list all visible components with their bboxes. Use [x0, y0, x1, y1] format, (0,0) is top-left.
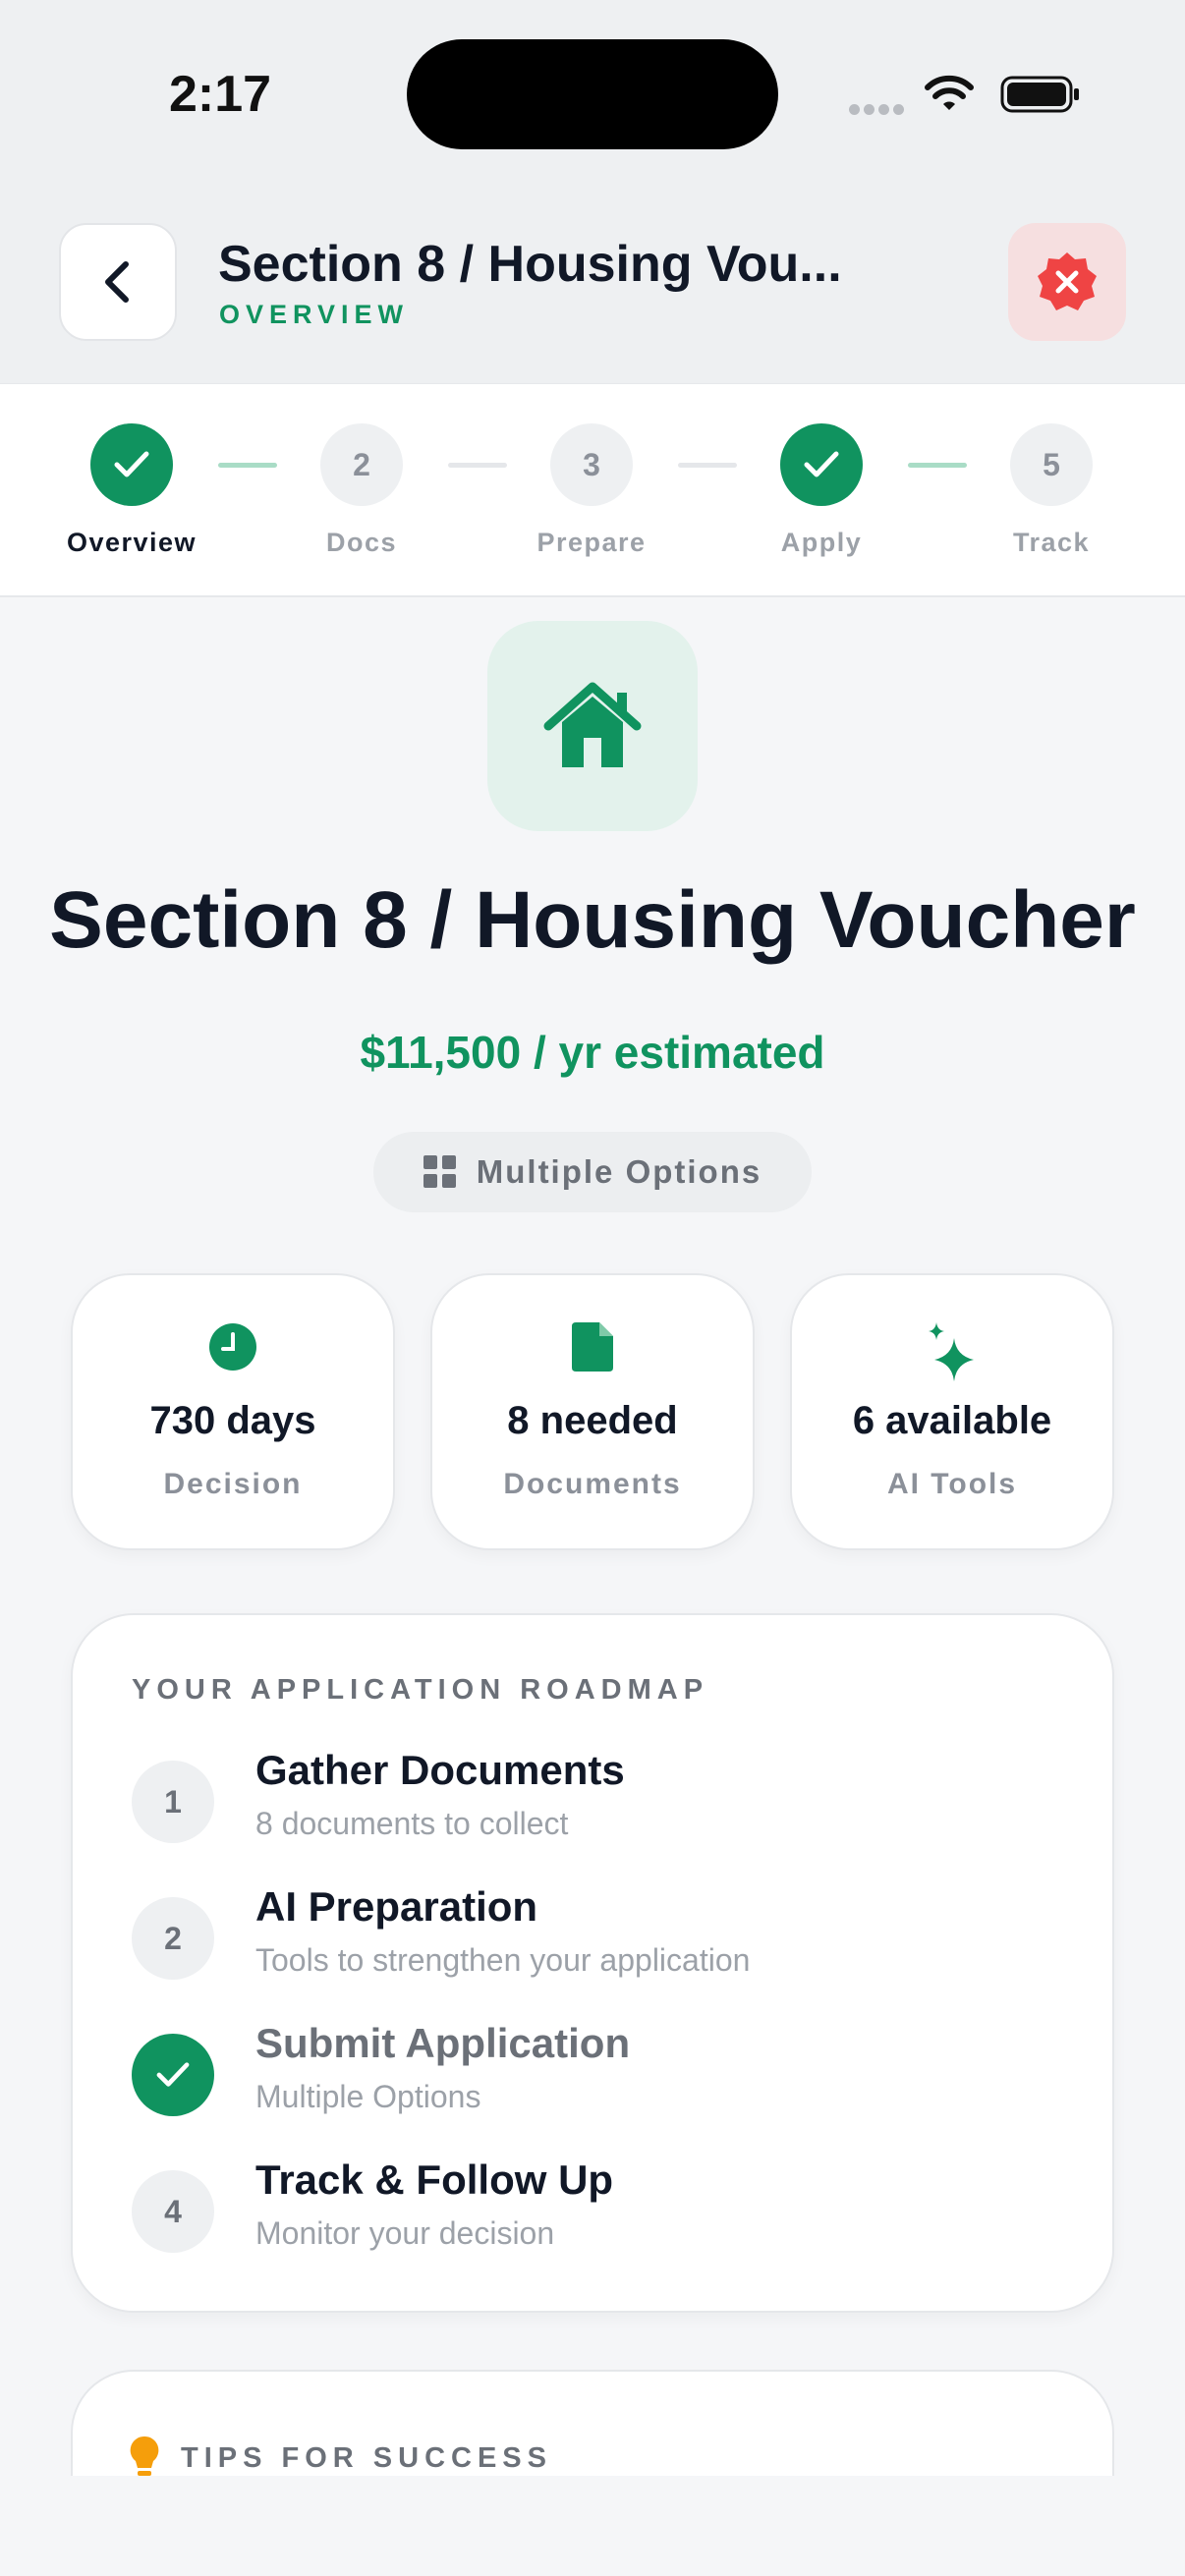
step-label: Overview	[66, 528, 198, 557]
header: Section 8 / Housing Vou... OVERVIEW	[0, 221, 1185, 344]
roadmap-item-title: AI Preparation	[255, 1883, 538, 1930]
stat-card-ai-tools: 6 available AI Tools	[790, 1273, 1114, 1550]
status-bar: 2:17	[0, 0, 1185, 187]
roadmap-step-number: 2	[132, 1897, 214, 1980]
stat-value: 730 days	[149, 1399, 316, 1442]
options-label: Multiple Options	[476, 1153, 762, 1190]
step-overview[interactable]: Overview	[33, 423, 230, 558]
step-circle: 2	[320, 423, 403, 506]
close-badge-icon	[1038, 252, 1097, 310]
roadmap-item-track-follow-up[interactable]: 4 Track & Follow Up Monitor your decisio…	[132, 2156, 1075, 2263]
roadmap-item-description: Monitor your decision	[255, 2215, 555, 2251]
roadmap-item-description: Tools to strengthen your application	[255, 1942, 751, 1978]
roadmap-item-description: 8 documents to collect	[255, 1806, 569, 1841]
clock-icon	[209, 1323, 256, 1371]
step-label: Prepare	[536, 528, 647, 557]
bottom-edge	[0, 2476, 1185, 2576]
roadmap-step-number: 4	[132, 2170, 214, 2253]
wifi-icon	[925, 75, 974, 110]
step-label: Track	[1012, 528, 1091, 557]
page-subtitle: OVERVIEW	[219, 300, 410, 329]
step-prepare[interactable]: 3 Prepare	[493, 423, 690, 558]
grid-icon	[423, 1155, 456, 1188]
battery-icon	[1000, 76, 1079, 113]
check-icon	[156, 2062, 190, 2087]
dismiss-button[interactable]	[1008, 223, 1126, 341]
progress-stepper: Overview 2 Docs 3 Prepare Apply 5 Track	[0, 383, 1185, 597]
stat-label: Documents	[503, 1468, 682, 1500]
roadmap-heading: YOUR APPLICATION ROADMAP	[132, 1674, 709, 1706]
dynamic-island	[407, 39, 778, 149]
roadmap-item-title: Submit Application	[255, 2020, 631, 2066]
tips-heading: TIPS FOR SUCCESS	[181, 2442, 552, 2474]
step-label: Docs	[325, 528, 398, 557]
roadmap-item-ai-preparation[interactable]: 2 AI Preparation Tools to strengthen you…	[132, 1883, 1075, 1989]
step-docs[interactable]: 2 Docs	[263, 423, 460, 558]
status-time: 2:17	[169, 66, 272, 123]
hero-icon-tile	[487, 621, 698, 831]
stat-label: Decision	[163, 1468, 303, 1500]
step-apply[interactable]: Apply	[723, 423, 920, 558]
top-area: 2:17 Section 8 / Housing Vou... OVERVIEW	[0, 0, 1185, 383]
step-label: Apply	[780, 528, 863, 557]
stat-value: 8 needed	[507, 1399, 678, 1442]
step-circle	[780, 423, 863, 506]
step-circle	[90, 423, 173, 506]
estimated-amount: $11,500 / yr estimated	[360, 1027, 825, 1078]
roadmap-step-complete	[132, 2034, 214, 2116]
stat-value: 6 available	[852, 1399, 1052, 1442]
house-icon	[543, 682, 642, 767]
document-icon	[572, 1322, 613, 1372]
check-icon	[114, 451, 149, 477]
roadmap-card: YOUR APPLICATION ROADMAP 1 Gather Docume…	[71, 1613, 1114, 2313]
back-button[interactable]	[59, 223, 177, 341]
stat-card-documents: 8 needed Documents	[430, 1273, 755, 1550]
chevron-left-icon	[105, 261, 129, 303]
check-icon	[804, 451, 839, 477]
page-title: Section 8 / Housing Vou...	[218, 236, 842, 293]
roadmap-item-gather-documents[interactable]: 1 Gather Documents 8 documents to collec…	[132, 1747, 1075, 1853]
roadmap-item-description: Multiple Options	[255, 2079, 481, 2114]
program-title: Section 8 / Housing Voucher	[49, 875, 1136, 965]
step-circle: 3	[550, 423, 633, 506]
roadmap-step-number: 1	[132, 1761, 214, 1843]
step-track[interactable]: 5 Track	[953, 423, 1150, 558]
stat-label: AI Tools	[886, 1468, 1018, 1500]
cellular-signal-icon	[849, 102, 908, 120]
roadmap-item-title: Track & Follow Up	[255, 2156, 614, 2203]
step-circle: 5	[1010, 423, 1093, 506]
stat-card-decision: 730 days Decision	[71, 1273, 395, 1550]
roadmap-item-submit-application[interactable]: Submit Application Multiple Options	[132, 2020, 1075, 2126]
roadmap-item-title: Gather Documents	[255, 1747, 625, 1793]
sparkle-icon	[929, 1322, 974, 1381]
options-badge: Multiple Options	[373, 1132, 812, 1212]
